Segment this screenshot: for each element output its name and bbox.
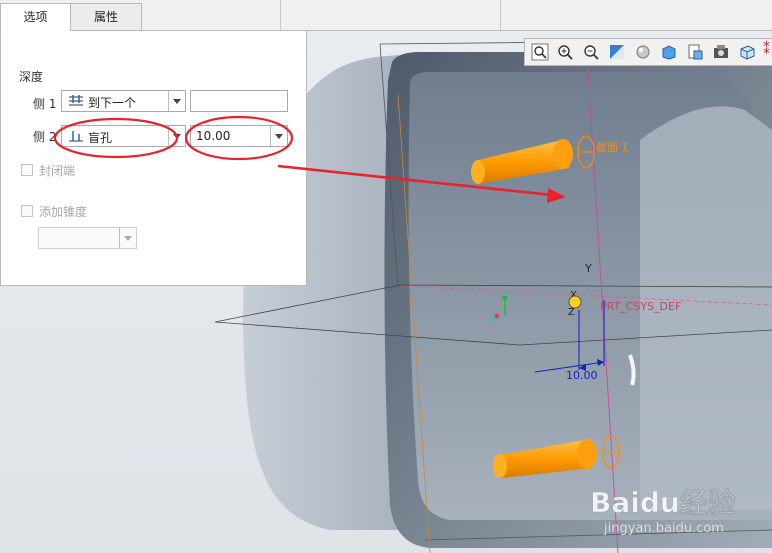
side2-depth-value: 盲孔 bbox=[88, 131, 113, 145]
tab-options-label: 选项 bbox=[23, 10, 48, 24]
display-style-icon[interactable] bbox=[634, 43, 652, 61]
divider bbox=[500, 0, 501, 30]
view-toolbar: ⁑ bbox=[524, 38, 772, 66]
tab-options[interactable]: 选项 bbox=[0, 3, 71, 31]
divider bbox=[280, 0, 281, 30]
taper-angle-dropdown[interactable] bbox=[38, 227, 137, 249]
perspective-view-icon[interactable] bbox=[712, 43, 730, 61]
csys-origin-handle[interactable] bbox=[568, 295, 582, 309]
tab-properties[interactable]: 属性 bbox=[70, 3, 142, 30]
add-taper-checkbox[interactable] bbox=[21, 205, 33, 217]
more-tools-icon[interactable]: ⁑ bbox=[763, 42, 770, 58]
zoom-out-icon[interactable] bbox=[582, 43, 600, 61]
datum-display-icon[interactable] bbox=[738, 43, 756, 61]
refit-zoom-icon[interactable] bbox=[531, 43, 549, 61]
side2-depth-value-text: 10.00 bbox=[196, 129, 231, 143]
side1-depth-value: 到下一个 bbox=[88, 96, 137, 110]
closed-ends-label: 封闭端 bbox=[39, 164, 76, 178]
side2-depth-value-input[interactable]: 10.00 bbox=[190, 125, 288, 147]
tab-properties-label: 属性 bbox=[93, 10, 118, 24]
side1-label: 侧 1 bbox=[33, 97, 57, 111]
chevron-down-icon[interactable] bbox=[270, 126, 287, 146]
depth-heading: 深度 bbox=[19, 70, 44, 84]
through-next-icon bbox=[69, 95, 83, 106]
zoom-in-icon[interactable] bbox=[556, 43, 574, 61]
add-taper-label: 添加锥度 bbox=[39, 205, 88, 219]
view-manager-icon[interactable] bbox=[686, 43, 704, 61]
tab-bar: 选项 属性 bbox=[0, 0, 772, 31]
chevron-down-icon[interactable] bbox=[119, 228, 136, 248]
options-panel: 深度 侧 1 到下一个 侧 2 盲孔 10.00 封闭端 添加锥度 bbox=[0, 31, 307, 286]
blind-depth-icon bbox=[69, 131, 83, 142]
closed-ends-checkbox[interactable] bbox=[21, 164, 33, 176]
side2-label: 侧 2 bbox=[33, 130, 57, 144]
side1-depth-dropdown[interactable]: 到下一个 bbox=[61, 90, 186, 112]
chevron-down-icon[interactable] bbox=[168, 126, 185, 146]
saved-views-icon[interactable] bbox=[660, 43, 678, 61]
axis-z-label: Z bbox=[568, 307, 575, 318]
axis-y-label: Y bbox=[584, 262, 592, 275]
depth-dimension-value[interactable]: 10.00 bbox=[566, 369, 598, 382]
csys-label: PRT_CSYS_DEF bbox=[600, 300, 681, 313]
chevron-down-icon[interactable] bbox=[168, 91, 185, 111]
side2-depth-dropdown[interactable]: 盲孔 bbox=[61, 125, 186, 147]
repaint-icon[interactable] bbox=[608, 43, 626, 61]
section-label: 截面 1 bbox=[596, 140, 629, 154]
side1-depth-input[interactable] bbox=[190, 90, 288, 112]
